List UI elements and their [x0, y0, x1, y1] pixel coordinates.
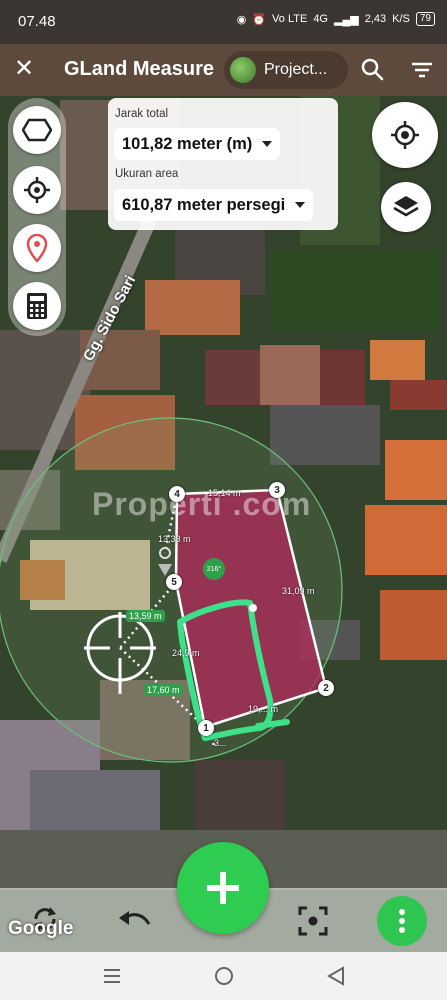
edge-label-4-3: 15,14 m	[208, 488, 241, 498]
distance-value: 101,82 meter (m)	[122, 134, 253, 153]
measurement-panel: Jarak total 101,82 meter (m) Ukuran area…	[108, 98, 338, 230]
add-point-button[interactable]	[177, 842, 269, 934]
crosshair-icon	[24, 177, 50, 203]
center-focus-button[interactable]	[296, 904, 330, 938]
back-triangle-icon	[327, 966, 344, 986]
shape-tool-button[interactable]	[13, 106, 61, 154]
hexagon-icon	[22, 118, 52, 142]
distance-unit-dropdown[interactable]: 101,82 meter (m)	[114, 128, 281, 160]
map-pin-icon	[26, 234, 48, 262]
app-title: GLand Measure	[64, 58, 215, 80]
calculator-icon	[27, 293, 47, 319]
search-icon[interactable]	[358, 55, 386, 83]
more-options-button[interactable]	[377, 896, 427, 946]
speed-value: 2,43	[364, 13, 387, 25]
edge-label-2-1: 19,... m	[248, 704, 279, 714]
edge-label-5-cursor: 13,59 m	[126, 610, 165, 622]
recents-icon	[104, 969, 120, 983]
signal-icon: ▂▄▆	[334, 13, 359, 26]
vertex-2[interactable]: 2	[318, 680, 334, 696]
status-bar: 07.48 ◉ ⏰ Vo LTE 4G ▂▄▆ 2,43 K/S 79	[0, 0, 447, 44]
my-location-button[interactable]	[372, 102, 438, 168]
google-attribution: Google	[8, 918, 74, 939]
undo-button[interactable]	[116, 904, 152, 936]
calculator-button[interactable]	[13, 282, 61, 330]
satellite-map[interactable]: Jarak total 101,82 meter (m) Ukuran area…	[0, 96, 447, 952]
vertex-1[interactable]: 1	[198, 720, 214, 736]
marker-button[interactable]	[13, 224, 61, 272]
chevron-down-icon	[262, 141, 273, 147]
edge-label-4-5: 13,33 m	[158, 534, 191, 544]
app-bar: ✕ GLand Measure Project...	[0, 44, 447, 96]
vertex-3[interactable]: 3	[269, 482, 285, 498]
home-circle-icon	[215, 967, 233, 985]
area-value: 610,87 meter persegi	[122, 195, 286, 214]
edge-label-5-1: 24,9 m	[172, 648, 200, 658]
home-button[interactable]	[210, 962, 238, 990]
undo-icon	[119, 911, 151, 925]
gps-point-button[interactable]	[13, 166, 61, 214]
alarm-icon: ⏰	[252, 13, 267, 26]
close-icon[interactable]: ✕	[14, 56, 34, 82]
project-thumbnail-icon	[230, 57, 256, 83]
gps-target-icon	[391, 121, 419, 149]
chevron-down-icon	[295, 202, 306, 208]
edge-label-3-2: 31,09 m	[282, 586, 315, 596]
plus-icon	[207, 872, 239, 904]
status-icons: ◉ ⏰ Vo LTE 4G ▂▄▆ 2,43 K/S 79	[237, 12, 435, 26]
map-layers-button[interactable]	[381, 182, 431, 232]
back-button[interactable]	[322, 962, 350, 990]
battery-icon: 79	[415, 12, 435, 26]
focus-frame-icon	[298, 906, 328, 936]
layers-icon	[393, 196, 419, 217]
area-label: Ukuran area	[115, 168, 179, 180]
volte-label: Vo LTE	[272, 13, 308, 25]
distance-label: Jarak total	[115, 108, 169, 120]
filter-icon[interactable]	[408, 56, 436, 84]
vertex-5[interactable]: 5	[166, 574, 182, 590]
system-nav-bar	[0, 952, 447, 1000]
tool-panel	[8, 98, 66, 336]
more-vert-icon	[399, 909, 405, 933]
angle-badge: 216°	[203, 558, 225, 580]
edge-label-1-b: 3...	[214, 738, 227, 748]
edge-label-cursor-1: 17,60 m	[144, 684, 183, 696]
recent-apps-button[interactable]	[98, 962, 126, 990]
status-time: 07.48	[18, 13, 56, 30]
speed-unit: K/S	[392, 13, 410, 25]
location-icon: ◉	[236, 13, 247, 26]
project-label: Project...	[264, 61, 328, 78]
vertex-4[interactable]: 4	[169, 486, 185, 502]
project-selector[interactable]: Project...	[224, 51, 348, 89]
network-label: 4G	[313, 13, 328, 25]
area-unit-dropdown[interactable]: 610,87 meter persegi	[114, 189, 314, 221]
